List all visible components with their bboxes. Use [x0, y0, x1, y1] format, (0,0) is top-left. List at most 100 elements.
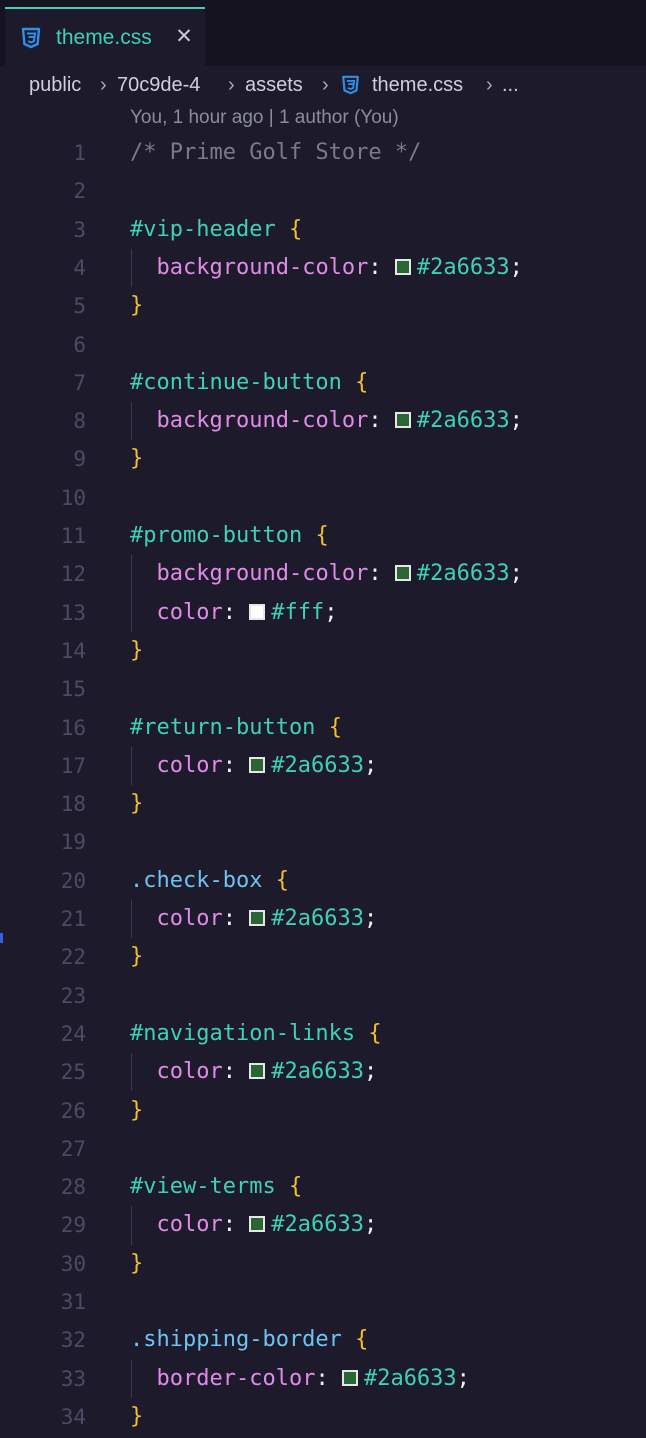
code-line[interactable]: 7 #continue-button { — [0, 364, 646, 402]
code-line[interactable]: 15 — [0, 670, 646, 708]
breadcrumb-item-public[interactable]: public — [29, 72, 81, 98]
code-line[interactable]: 16 #return-button { — [0, 709, 646, 747]
code-line[interactable]: 31 — [0, 1283, 646, 1321]
line-number: 19 — [60, 830, 86, 855]
color-swatch[interactable] — [249, 1216, 266, 1233]
breadcrumb-item-folder[interactable]: 70c9de-4 — [117, 72, 200, 98]
token-brace: } — [130, 637, 144, 663]
code-line[interactable]: 32 .shipping-border { — [0, 1321, 646, 1359]
line-number: 12 — [60, 562, 86, 587]
css-icon — [21, 27, 41, 49]
chevron-right-icon: › — [228, 74, 235, 96]
color-swatch[interactable] — [249, 756, 266, 773]
color-swatch[interactable] — [394, 565, 411, 582]
line-number: 6 — [73, 332, 86, 357]
code-text: background-color: #2a6633; — [130, 249, 523, 287]
code-line[interactable]: 5} — [0, 287, 646, 325]
color-swatch[interactable] — [394, 412, 411, 429]
code-text: #promo-button { — [130, 517, 329, 555]
token-prop: color — [156, 599, 223, 625]
token-val: #fff — [271, 599, 325, 625]
color-swatch[interactable] — [249, 1063, 266, 1080]
token-brace: } — [130, 293, 144, 319]
token-brace: { — [315, 523, 329, 548]
token-val: #2a6633 — [363, 1365, 457, 1391]
token-comment: /* Prime Golf Store */ — [130, 140, 422, 165]
code-line[interactable]: 1 /* Prime Golf Store */ — [0, 134, 646, 172]
line-number: 13 — [60, 600, 86, 625]
breadcrumb-item-file[interactable]: theme.css — [372, 72, 463, 98]
color-swatch[interactable] — [394, 258, 411, 275]
code-line[interactable]: 4 background-color: #2a6633; — [0, 248, 646, 288]
line-number: 2 — [73, 179, 86, 204]
code-line[interactable]: 9} — [0, 440, 646, 478]
breadcrumb-item-more[interactable]: ... — [502, 72, 519, 98]
code-line[interactable]: 18} — [0, 785, 646, 823]
code-line[interactable]: 12 background-color: #2a6633; — [0, 555, 646, 594]
code-line[interactable]: 28 #view-terms { — [0, 1168, 646, 1206]
color-swatch[interactable] — [249, 603, 266, 620]
code-text: #view-terms { — [130, 1168, 302, 1206]
code-line[interactable]: 21 color: #2a6633; — [0, 900, 646, 939]
code-line[interactable]: 33 border-color: #2a6633; — [0, 1359, 646, 1398]
code-line[interactable]: 30} — [0, 1245, 646, 1283]
token-brace: { — [288, 1174, 303, 1200]
token-sel-class: .check-box — [130, 867, 263, 893]
token-brace: } — [130, 944, 144, 970]
code-text: .check-box { — [130, 862, 289, 900]
code-text: .shipping-border { — [130, 1321, 368, 1359]
token-val: #2a6633 — [271, 752, 364, 778]
color-swatch[interactable] — [249, 910, 266, 926]
code-line[interactable]: 29 color: #2a6633; — [0, 1206, 646, 1245]
code-text: background-color: #2a6633; — [130, 555, 523, 593]
code-line[interactable]: 3 #vip-header { — [0, 211, 646, 249]
tab-bar: theme.css ✕ — [0, 0, 646, 66]
code-line[interactable]: 10 — [0, 479, 646, 517]
token-val: #2a6633 — [271, 1212, 364, 1238]
code-line[interactable]: 19 — [0, 823, 646, 861]
token-punc — [130, 255, 157, 280]
code-line[interactable]: 6 — [0, 326, 646, 364]
code-text: } — [130, 1398, 143, 1436]
breadcrumb-item-assets[interactable]: assets — [245, 72, 303, 98]
code-line[interactable]: 2 — [0, 172, 646, 210]
code-text: /* Prime Golf Store */ — [130, 134, 421, 172]
token-punc: ; — [363, 752, 378, 778]
code-line[interactable]: 20 .check-box { — [0, 862, 646, 900]
line-number: 23 — [60, 983, 86, 1008]
line-number: 28 — [60, 1175, 86, 1200]
token-punc: ; — [363, 906, 378, 931]
token-punc — [315, 715, 328, 740]
code-text: color: #2a6633; — [130, 900, 378, 938]
line-number: 4 — [73, 255, 86, 280]
code-line[interactable]: 8 background-color: #2a6633; — [0, 402, 646, 441]
line-number: 16 — [60, 715, 86, 740]
code-line[interactable]: 14} — [0, 632, 646, 670]
line-number: 21 — [60, 907, 86, 931]
code-line[interactable]: 25 color: #2a6633; — [0, 1053, 646, 1092]
code-line[interactable]: 27 — [0, 1130, 646, 1168]
token-punc: : — [315, 1365, 342, 1391]
line-number: 30 — [60, 1251, 86, 1276]
code-line[interactable]: 11 #promo-button { — [0, 517, 646, 555]
code-line[interactable]: 23 — [0, 977, 646, 1015]
code-line[interactable]: 24 #navigation-links { — [0, 1015, 646, 1053]
line-number: 31 — [60, 1290, 86, 1314]
code-line[interactable]: 13 color: #fff; — [0, 593, 646, 632]
code-line[interactable]: 34} — [0, 1398, 646, 1436]
code-text: } — [130, 938, 143, 976]
token-punc: : — [368, 408, 395, 434]
token-brace: } — [130, 446, 144, 472]
code-editor: theme.css ✕ public › 70c9de-4 › assets ›… — [0, 0, 646, 1438]
color-swatch[interactable] — [341, 1369, 358, 1386]
token-punc: ; — [509, 254, 523, 280]
tab-theme-css[interactable]: theme.css ✕ — [5, 7, 205, 66]
token-brace: } — [130, 1250, 144, 1276]
blame-annotation[interactable]: You, 1 hour ago | 1 author (You) — [130, 104, 399, 132]
token-punc: : — [222, 599, 250, 625]
code-line[interactable]: 26} — [0, 1092, 646, 1130]
close-icon[interactable]: ✕ — [173, 23, 195, 51]
code-line[interactable]: 22} — [0, 938, 646, 976]
breadcrumb: public › 70c9de-4 › assets › theme.css ›… — [0, 66, 646, 104]
code-line[interactable]: 17 color: #2a6633; — [0, 746, 646, 786]
